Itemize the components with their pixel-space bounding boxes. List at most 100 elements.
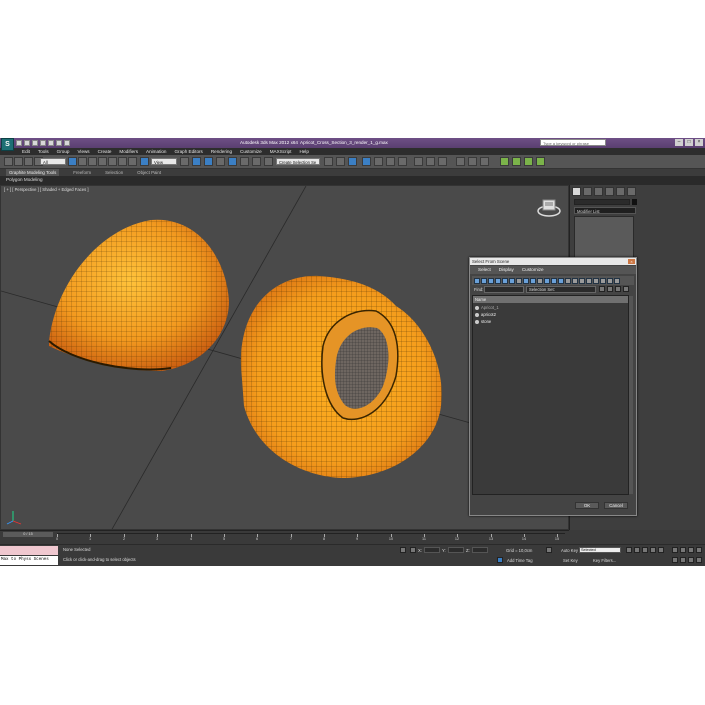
object-color-swatch[interactable] xyxy=(632,199,637,205)
list-item[interactable]: Apricot_1 xyxy=(473,304,628,311)
modifier-list-dropdown[interactable]: Modifier List xyxy=(574,207,636,214)
viewcube-icon[interactable] xyxy=(537,199,561,217)
rendered-frame-icon[interactable] xyxy=(426,157,435,166)
y-coord-field[interactable] xyxy=(448,547,464,553)
set-key-button[interactable]: Set Key xyxy=(563,558,578,563)
rectangle-region-icon[interactable] xyxy=(88,157,97,166)
physx-tool-2-icon[interactable] xyxy=(512,157,521,166)
menu-views[interactable]: Views xyxy=(73,148,93,155)
lock-selection-icon[interactable] xyxy=(400,547,406,553)
display-containers-icon[interactable] xyxy=(537,277,543,284)
pivot-center-icon[interactable] xyxy=(180,157,189,166)
minimize-button[interactable]: – xyxy=(675,139,683,146)
selection-filter-dropdown[interactable]: All xyxy=(40,158,66,165)
menu-animation[interactable]: Animation xyxy=(142,148,170,155)
select-all-icon[interactable] xyxy=(565,277,571,284)
select-object-icon[interactable] xyxy=(68,157,77,166)
dialog-menu-customize[interactable]: Customize xyxy=(518,266,548,274)
select-invert-icon[interactable] xyxy=(579,277,585,284)
maximize-viewport-icon[interactable] xyxy=(696,557,702,563)
dialog-menu-display[interactable]: Display xyxy=(495,266,518,274)
sync-selection-icon[interactable] xyxy=(586,277,592,284)
selection-set-dropdown[interactable]: Selection Set: xyxy=(526,286,596,293)
auto-key-button[interactable]: Auto Key xyxy=(561,548,578,553)
fetch-icon[interactable] xyxy=(64,140,70,146)
menu-rendering[interactable]: Rendering xyxy=(207,148,236,155)
graphite-toggle-icon[interactable] xyxy=(362,157,371,166)
zoom-extents-icon[interactable] xyxy=(688,547,694,553)
hold-icon[interactable] xyxy=(56,140,62,146)
x-coord-field[interactable] xyxy=(424,547,440,553)
display-tab-icon[interactable] xyxy=(616,187,625,196)
menu-edit[interactable]: Edit xyxy=(18,148,34,155)
extra-tool-3-icon[interactable] xyxy=(480,157,489,166)
menu-group[interactable]: Group xyxy=(53,148,74,155)
display-shapes-icon[interactable] xyxy=(481,277,487,284)
list-item[interactable]: apricot2 xyxy=(473,311,628,318)
save-file-icon[interactable] xyxy=(32,140,38,146)
maxscript-output[interactable]: Max to Physx Scenes xyxy=(0,556,58,565)
list-scrollbar[interactable] xyxy=(629,296,633,494)
tab-object-paint[interactable]: Object Paint xyxy=(137,169,161,176)
select-manipulate-icon[interactable] xyxy=(192,157,201,166)
list-item[interactable]: stone xyxy=(473,318,628,325)
zoom-all-icon[interactable] xyxy=(680,547,686,553)
zoom-icon[interactable] xyxy=(672,547,678,553)
display-cameras-icon[interactable] xyxy=(495,277,501,284)
mirror-icon[interactable] xyxy=(324,157,333,166)
modifier-stack[interactable] xyxy=(574,216,634,262)
scale-icon[interactable] xyxy=(128,157,137,166)
new-file-icon[interactable] xyxy=(16,140,22,146)
motion-tab-icon[interactable] xyxy=(605,187,614,196)
go-to-start-icon[interactable] xyxy=(626,547,632,553)
menu-graph-editors[interactable]: Graph Editors xyxy=(170,148,206,155)
key-filters-button[interactable]: Key Filters... xyxy=(593,558,616,563)
undo-icon[interactable] xyxy=(40,140,46,146)
polygon-modeling-label[interactable]: Polygon Modeling xyxy=(6,177,43,182)
display-all-icon[interactable] xyxy=(544,277,550,284)
named-selection-dropdown[interactable]: Create Selection Se xyxy=(276,158,320,165)
display-none-icon[interactable] xyxy=(551,277,557,284)
menu-maxscript[interactable]: MAXScript xyxy=(266,148,296,155)
find-options-2-icon[interactable] xyxy=(615,286,621,292)
apricot-half-object[interactable] xyxy=(48,219,229,371)
field-of-view-icon[interactable] xyxy=(672,557,678,563)
object-name-field[interactable] xyxy=(574,199,630,205)
apricot-cross-section-object[interactable] xyxy=(240,275,442,478)
material-editor-icon[interactable] xyxy=(398,157,407,166)
modify-tab-icon[interactable] xyxy=(583,187,592,196)
rotate-icon[interactable] xyxy=(118,157,127,166)
track-bar[interactable]: 0 1 2 3 4 5 6 7 8 9 10 11 12 13 14 15 xyxy=(56,533,565,544)
display-geometry-icon[interactable] xyxy=(474,277,480,284)
find-options-3-icon[interactable] xyxy=(623,286,629,292)
z-coord-field[interactable] xyxy=(472,547,488,553)
curve-editor-icon[interactable] xyxy=(374,157,383,166)
tab-graphite-modeling-tools[interactable]: Graphite Modeling Tools xyxy=(6,169,60,176)
menu-modifiers[interactable]: Modifiers xyxy=(115,148,142,155)
angle-snap-icon[interactable] xyxy=(228,157,237,166)
play-icon[interactable] xyxy=(642,547,648,553)
filter-icon[interactable] xyxy=(607,277,613,284)
link-icon[interactable] xyxy=(24,157,33,166)
schematic-view-icon[interactable] xyxy=(386,157,395,166)
extra-tool-2-icon[interactable] xyxy=(468,157,477,166)
display-groups-icon[interactable] xyxy=(516,277,522,284)
render-icon[interactable] xyxy=(438,157,447,166)
physx-tool-1-icon[interactable] xyxy=(500,157,509,166)
menu-tools[interactable]: Tools xyxy=(34,148,53,155)
reference-coordinate-dropdown[interactable]: View xyxy=(151,158,177,165)
cancel-button[interactable]: Cancel xyxy=(604,502,628,509)
list-column-header-name[interactable]: Name xyxy=(473,296,628,303)
app-logo-icon[interactable]: S xyxy=(1,138,14,151)
extra-tool-1-icon[interactable] xyxy=(456,157,465,166)
absolute-mode-icon[interactable] xyxy=(410,547,416,553)
display-children-icon[interactable] xyxy=(593,277,599,284)
physx-tool-4-icon[interactable] xyxy=(536,157,545,166)
options-icon[interactable] xyxy=(614,277,620,284)
add-time-tag-button[interactable]: Add Time Tag xyxy=(507,558,533,563)
reference-coord-icon[interactable] xyxy=(140,157,149,166)
key-selected-dropdown[interactable]: Selected xyxy=(579,547,621,553)
dialog-menu-select[interactable]: Select xyxy=(474,266,495,274)
time-slider[interactable]: 0 / 15 xyxy=(3,532,53,537)
align-icon[interactable] xyxy=(336,157,345,166)
